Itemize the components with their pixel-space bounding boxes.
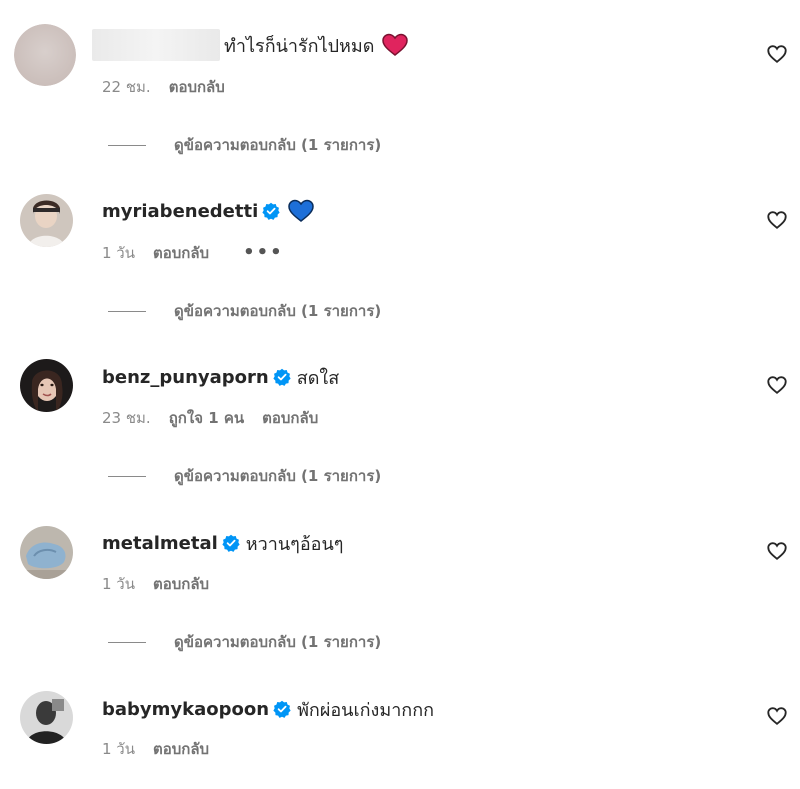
avatar[interactable] — [20, 194, 73, 247]
view-replies-label: ดูข้อความตอบกลับ (1 รายการ) — [174, 633, 382, 651]
comment-time: 23 ชม. — [102, 409, 151, 427]
view-replies-button[interactable]: ดูข้อความตอบกลับ (1 รายการ) — [108, 631, 381, 653]
redacted-username[interactable] — [92, 29, 220, 61]
comment-item: benz_punyaporn สดใส 23 ชม. ถูกใจ 1 คน ตอ… — [0, 332, 800, 492]
username-link[interactable]: benz_punyaporn — [102, 367, 269, 388]
comment-meta: 1 วัน ตอบกลับ — [102, 738, 243, 760]
like-heart-icon[interactable] — [766, 374, 788, 396]
verified-badge-icon — [273, 700, 291, 718]
red-heart-emoji-icon — [382, 33, 409, 57]
comment-meta: 1 วัน ตอบกลับ ••• — [102, 242, 284, 264]
comment-item: myriabenedetti 1 วัน ตอบกลับ ••• ดูข้อคว… — [0, 166, 800, 326]
comment-text: ทำไรก็น่ารักไปหมด — [224, 35, 375, 57]
avatar[interactable] — [14, 24, 76, 86]
avatar[interactable] — [20, 691, 73, 744]
comment-item: babymykaopoon พักผ่อนเก่งมากกก 1 วัน ตอบ… — [0, 664, 800, 789]
divider-line — [108, 475, 146, 477]
view-replies-label: ดูข้อความตอบกลับ (1 รายการ) — [174, 136, 382, 154]
verified-badge-icon — [222, 534, 240, 552]
username-link[interactable]: myriabenedetti — [102, 201, 258, 222]
blue-heart-emoji-icon — [288, 199, 315, 223]
comment-time: 1 วัน — [102, 740, 135, 758]
comment-meta: 1 วัน ตอบกลับ — [102, 573, 243, 595]
view-replies-button[interactable]: ดูข้อความตอบกลับ (1 รายการ) — [108, 465, 381, 487]
reply-button[interactable]: ตอบกลับ — [153, 241, 209, 265]
reply-button[interactable]: ตอบกลับ — [262, 406, 318, 430]
comment-text: หวานๆอ้อนๆ — [245, 533, 344, 555]
reply-button[interactable]: ตอบกลับ — [153, 737, 209, 761]
reply-button[interactable]: ตอบกลับ — [153, 572, 209, 596]
reply-button[interactable]: ตอบกลับ — [169, 75, 225, 99]
verified-badge-icon — [273, 368, 291, 386]
avatar[interactable] — [20, 359, 73, 412]
comment-time: 1 วัน — [102, 575, 135, 593]
more-options-icon[interactable]: ••• — [243, 244, 284, 262]
like-heart-icon[interactable] — [766, 209, 788, 231]
likes-count-link[interactable]: ถูกใจ 1 คน — [169, 406, 244, 430]
view-replies-label: ดูข้อความตอบกลับ (1 รายการ) — [174, 467, 382, 485]
like-heart-icon[interactable] — [766, 540, 788, 562]
comment-line: babymykaopoon พักผ่อนเก่งมากกก — [102, 693, 434, 725]
comment-item: metalmetal หวานๆอ้อนๆ 1 วัน ตอบกลับ ดูข้… — [0, 498, 800, 658]
view-replies-label: ดูข้อความตอบกลับ (1 รายการ) — [174, 302, 382, 320]
comment-line: ทำไรก็น่ารักไปหมด — [92, 29, 409, 61]
comment-meta: 23 ชม. ถูกใจ 1 คน ตอบกลับ — [102, 407, 352, 429]
comment-text: พักผ่อนเก่งมากกก — [297, 699, 434, 721]
comment-line: myriabenedetti — [102, 195, 315, 227]
comment-item: ทำไรก็น่ารักไปหมด 22 ชม. ตอบกลับ ดูข้อคว… — [0, 0, 800, 160]
verified-badge-icon — [262, 202, 280, 220]
comment-text: สดใส — [296, 367, 340, 389]
avatar[interactable] — [20, 526, 73, 579]
comment-line: metalmetal หวานๆอ้อนๆ — [102, 527, 343, 559]
comment-meta: 22 ชม. ตอบกลับ — [102, 76, 259, 98]
username-link[interactable]: babymykaopoon — [102, 699, 269, 720]
like-heart-icon[interactable] — [766, 705, 788, 727]
view-replies-button[interactable]: ดูข้อความตอบกลับ (1 รายการ) — [108, 300, 381, 322]
divider-line — [108, 144, 146, 146]
divider-line — [108, 641, 146, 643]
comment-time: 1 วัน — [102, 244, 135, 262]
username-link[interactable]: metalmetal — [102, 533, 218, 554]
view-replies-button[interactable]: ดูข้อความตอบกลับ (1 รายการ) — [108, 134, 381, 156]
like-heart-icon[interactable] — [766, 43, 788, 65]
divider-line — [108, 310, 146, 312]
comment-time: 22 ชม. — [102, 78, 151, 96]
comment-line: benz_punyaporn สดใส — [102, 361, 339, 393]
